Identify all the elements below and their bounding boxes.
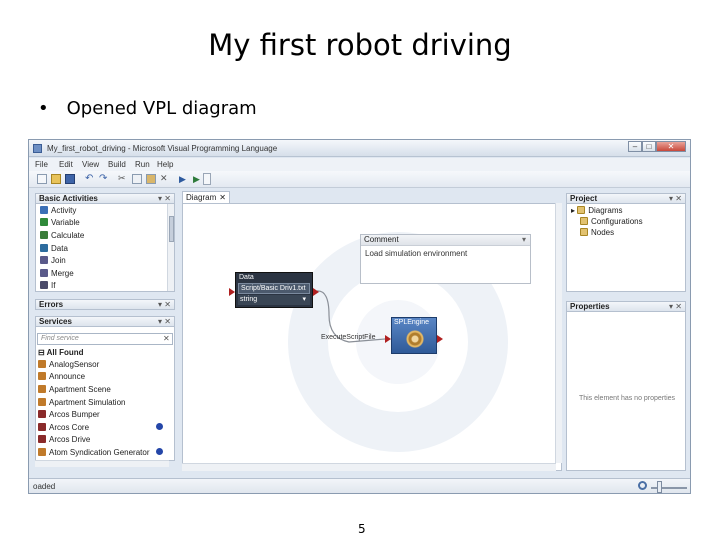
properties-panel (566, 312, 686, 471)
zoom-slider-thumb[interactable] (657, 481, 662, 493)
status-text: oaded (33, 482, 56, 491)
page-number: 5 (358, 522, 366, 536)
project-controls[interactable]: ▾ ✕ (669, 194, 682, 203)
slide-title: My first robot driving (208, 28, 512, 62)
project-tree: ▸ Diagrams Configurations Nodes (566, 204, 686, 292)
data-node-value-input[interactable]: Script/Basic Driv1.txt (238, 283, 310, 294)
project-item-nodes[interactable]: Nodes (580, 228, 614, 240)
properties-title: Properties (570, 302, 610, 311)
comment-header: Comment ▾ (361, 235, 530, 246)
list-item-label: Configurations (591, 217, 643, 226)
comment-dropdown-icon[interactable]: ▾ (522, 235, 526, 245)
data-activity-node[interactable]: Data Script/Basic Driv1.txt string ▾ (235, 272, 313, 308)
properties-controls[interactable]: ▾ ✕ (669, 302, 682, 311)
data-node-type: string (240, 296, 258, 303)
spl-output-port[interactable] (437, 335, 443, 343)
folder-icon (577, 206, 586, 214)
gear-icon (406, 330, 424, 348)
list-item-label: Nodes (591, 228, 615, 237)
slide: My first robot driving • Opened VPL diagr… (0, 0, 720, 540)
properties-empty-text: This element has no properties (578, 395, 676, 402)
slide-bullet: • Opened VPL diagram (38, 98, 257, 119)
status-bar: oaded (29, 478, 690, 493)
project-header: Project ▾ ✕ (566, 193, 686, 204)
project-title: Project (570, 194, 598, 203)
comment-title: Comment (364, 235, 399, 244)
comment-block[interactable]: Comment ▾ Load simulation environment (360, 234, 531, 284)
zoom-icon[interactable] (638, 481, 647, 490)
comment-text[interactable]: Load simulation environment (361, 246, 530, 261)
bullet-text: Opened VPL diagram (66, 98, 257, 119)
folder-icon (580, 217, 588, 225)
vpl-window: My_first_robot_driving - Microsoft Visua… (28, 139, 691, 494)
data-output-port[interactable] (313, 288, 319, 296)
chevron-down-icon: ▾ (302, 296, 306, 303)
spl-node-title: SPLEngine (394, 319, 430, 326)
connection-label: ExecuteScriptFile (321, 334, 376, 341)
bullet-dot: • (38, 98, 49, 119)
properties-header: Properties ▾ ✕ (566, 301, 686, 312)
data-node-type-select[interactable]: string ▾ (238, 295, 310, 305)
list-item-label: Diagrams (588, 206, 623, 215)
folder-icon (580, 228, 588, 236)
data-node-title: Data (239, 274, 254, 281)
splengine-service-node[interactable]: SPLEngine (391, 317, 437, 354)
